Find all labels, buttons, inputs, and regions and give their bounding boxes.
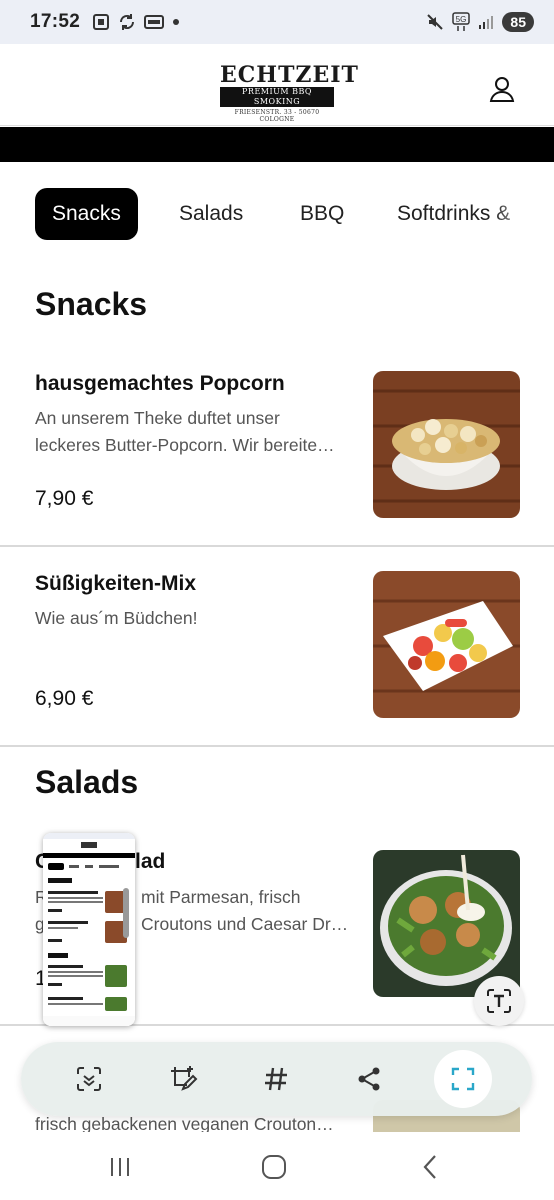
- item-divider: [0, 545, 554, 547]
- item-name-end: lad: [135, 850, 166, 873]
- item-name: hausgemachtes Popcorn: [35, 372, 285, 395]
- text-extract-icon: [487, 989, 511, 1013]
- item-description-line-end: mit Parmesan, frisch: [141, 887, 301, 907]
- status-notification-icons: [92, 13, 180, 31]
- dot-icon: [173, 19, 180, 25]
- system-navigation-bar: [0, 1132, 554, 1200]
- logo-address: FRIESENSTR. 33 - 50670 COLOGNE: [234, 109, 320, 123]
- item-name: Süßigkeiten-Mix: [35, 572, 197, 595]
- signal-icon: [479, 16, 494, 29]
- status-system-icons: 5G 85: [426, 12, 534, 32]
- app-header: ECHTZEIT PREMIUM BBQ SMOKING FRIESENSTR.…: [0, 44, 554, 126]
- echtzeit-logo[interactable]: ECHTZEIT PREMIUM BBQ SMOKING FRIESENSTR.…: [220, 62, 359, 123]
- smart-select-icon: [451, 1067, 475, 1091]
- draw-edit-button[interactable]: [163, 1059, 203, 1099]
- sync-icon: [120, 14, 135, 30]
- svg-text:5G: 5G: [456, 15, 467, 24]
- status-time: 17:52: [30, 11, 81, 32]
- battery-indicator: 85: [502, 12, 534, 32]
- item-description-line: An unserem Theke duftet unser: [35, 408, 280, 428]
- share-button[interactable]: [349, 1059, 389, 1099]
- popcorn-image: [373, 371, 520, 518]
- scroll-capture-button[interactable]: [69, 1059, 109, 1099]
- share-icon: [358, 1067, 380, 1091]
- 5g-icon: 5G: [452, 12, 471, 31]
- home-button[interactable]: [254, 1152, 294, 1182]
- mute-icon: [427, 14, 444, 30]
- screenshot-preview-thumbnail[interactable]: [43, 833, 135, 1026]
- home-icon: [262, 1155, 286, 1179]
- item-description: An unserem Theke duftet unser leckeres B…: [35, 405, 353, 459]
- screenshot-icon: [93, 14, 110, 30]
- hashtag-button[interactable]: [256, 1059, 296, 1099]
- tab-salads[interactable]: Salads: [179, 188, 243, 240]
- candy-mix-image: [373, 571, 520, 718]
- logo-subtitle: PREMIUM BBQ SMOKING: [220, 87, 334, 107]
- category-tabs: Snacks Salads BBQ Softdrinks &: [0, 188, 554, 240]
- extract-text-button[interactable]: [474, 976, 524, 1026]
- user-account-button[interactable]: [488, 75, 516, 103]
- smart-select-button[interactable]: [434, 1050, 492, 1108]
- item-description-line-end: Croutons und Caesar Dr…: [141, 914, 349, 934]
- item-description-line: leckeres Butter-Popcorn. Wir bereite…: [35, 435, 335, 455]
- back-icon: [423, 1155, 436, 1179]
- back-button[interactable]: [410, 1152, 450, 1182]
- caesar-salad-image: [373, 850, 520, 997]
- item-price: 7,90 €: [35, 487, 94, 510]
- header-banner-bar: [0, 127, 554, 162]
- user-icon: [489, 77, 515, 102]
- section-title-salads: Salads: [35, 764, 139, 800]
- screenshot-toolbar: [21, 1042, 532, 1116]
- item-description: Wie aus´m Büdchen!: [35, 605, 353, 632]
- scroll-capture-icon: [77, 1067, 101, 1091]
- item-description-line: Wie aus´m Büdchen!: [35, 608, 198, 628]
- tab-snacks[interactable]: Snacks: [35, 188, 138, 240]
- item-divider: [0, 745, 554, 747]
- crop-draw-icon: [171, 1066, 198, 1091]
- tabs-fade: [494, 188, 554, 240]
- section-title-snacks: Snacks: [35, 286, 148, 322]
- hashtag-icon: [265, 1067, 287, 1091]
- card-icon: [144, 15, 165, 29]
- recent-apps-icon: [111, 1158, 129, 1176]
- item-price: 6,90 €: [35, 687, 94, 710]
- recent-apps-button[interactable]: [100, 1152, 140, 1182]
- logo-title: ECHTZEIT: [220, 62, 359, 88]
- tab-bbq[interactable]: BBQ: [300, 188, 344, 240]
- status-bar: 17:52 5G 85: [0, 0, 554, 44]
